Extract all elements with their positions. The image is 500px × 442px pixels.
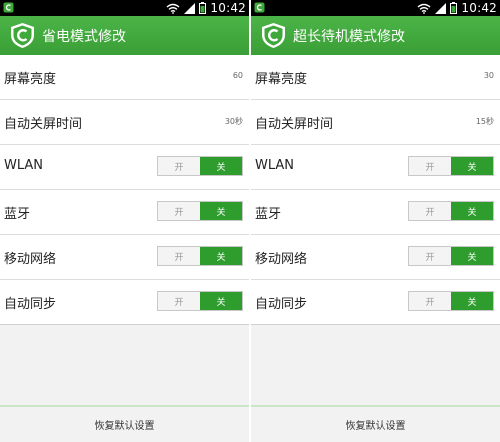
toggle-off-option[interactable]: 关 [451,157,493,175]
row-label: 屏幕亮度 [4,72,57,87]
mobile-network-row: 移动网络 开 关 [251,235,500,280]
auto-sync-toggle[interactable]: 开 关 [157,291,243,311]
ultra-standby-panel: 10:42 超长待机模式修改 屏幕亮度 30 自动关屏时间 15秒 WLAN 开… [251,0,500,442]
toggle-on-option[interactable]: 开 [409,292,451,310]
restore-defaults-label: 恢复默认设置 [345,421,406,432]
toggle-off-option[interactable]: 关 [451,292,493,310]
row-label: WLAN [255,158,295,173]
bluetooth-row: 蓝牙 开 关 [0,190,249,235]
toggle-off-option[interactable]: 关 [200,157,242,175]
power-saving-panel: 10:42 省电模式修改 屏幕亮度 60 自动关屏时间 30秒 WLAN 开 关… [0,0,249,442]
auto-sync-row: 自动同步 开 关 [251,280,500,325]
brightness-value: 60 [232,71,243,80]
page-title: 超长待机模式修改 [293,29,405,45]
wlan-toggle[interactable]: 开 关 [408,156,494,176]
mobile-network-toggle[interactable]: 开 关 [157,246,243,266]
app-notification-icon [254,2,265,13]
toggle-on-option[interactable]: 开 [158,157,200,175]
mobile-network-row: 移动网络 开 关 [0,235,249,280]
shield-c-logo-icon [262,23,285,48]
row-label: 蓝牙 [4,207,31,222]
brightness-value: 30 [483,71,494,80]
restore-defaults-label: 恢复默认设置 [94,421,155,432]
toggle-off-option[interactable]: 关 [200,202,242,220]
battery-icon [450,2,458,14]
toggle-off-option[interactable]: 关 [451,202,493,220]
status-time: 10:42 [461,1,497,15]
toggle-off-option[interactable]: 关 [200,292,242,310]
signal-icon [435,2,447,14]
status-time: 10:42 [210,1,246,15]
app-notification-icon [3,2,14,13]
shield-c-logo-icon [11,23,34,48]
toggle-off-option[interactable]: 关 [451,247,493,265]
status-bar: 10:42 [251,0,500,16]
signal-icon [184,2,196,14]
bluetooth-toggle[interactable]: 开 关 [408,201,494,221]
title-bar: 省电模式修改 [0,16,249,55]
status-bar: 10:42 [0,0,249,16]
screen-timeout-row[interactable]: 自动关屏时间 30秒 [0,100,249,145]
row-label: 移动网络 [4,252,57,267]
row-label: 自动关屏时间 [4,117,83,132]
row-label: 自动同步 [4,297,57,312]
row-label: 屏幕亮度 [255,72,308,87]
row-label: WLAN [4,158,44,173]
row-label: 自动同步 [255,297,308,312]
settings-list: 屏幕亮度 60 自动关屏时间 30秒 WLAN 开 关 蓝牙 开 关 移动网络 … [0,55,249,325]
brightness-row[interactable]: 屏幕亮度 60 [0,55,249,100]
toggle-on-option[interactable]: 开 [409,247,451,265]
toggle-off-option[interactable]: 关 [200,247,242,265]
timeout-value: 15秒 [475,117,494,126]
timeout-value: 30秒 [224,117,243,126]
auto-sync-row: 自动同步 开 关 [0,280,249,325]
wlan-toggle[interactable]: 开 关 [157,156,243,176]
mobile-network-toggle[interactable]: 开 关 [408,246,494,266]
row-label: 蓝牙 [255,207,282,222]
toggle-on-option[interactable]: 开 [409,202,451,220]
toggle-on-option[interactable]: 开 [409,157,451,175]
wifi-icon [166,3,180,14]
bluetooth-row: 蓝牙 开 关 [251,190,500,235]
bluetooth-toggle[interactable]: 开 关 [157,201,243,221]
restore-defaults-button[interactable]: 恢复默认设置 [251,407,500,442]
battery-icon [199,2,207,14]
title-bar: 超长待机模式修改 [251,16,500,55]
row-label: 移动网络 [255,252,308,267]
screen-timeout-row[interactable]: 自动关屏时间 15秒 [251,100,500,145]
wlan-row: WLAN 开 关 [0,145,249,190]
auto-sync-toggle[interactable]: 开 关 [408,291,494,311]
page-title: 省电模式修改 [42,29,126,45]
settings-list: 屏幕亮度 30 自动关屏时间 15秒 WLAN 开 关 蓝牙 开 关 移动网络 … [251,55,500,325]
wlan-row: WLAN 开 关 [251,145,500,190]
row-label: 自动关屏时间 [255,117,334,132]
restore-defaults-button[interactable]: 恢复默认设置 [0,407,249,442]
wifi-icon [417,3,431,14]
toggle-on-option[interactable]: 开 [158,202,200,220]
toggle-on-option[interactable]: 开 [158,247,200,265]
toggle-on-option[interactable]: 开 [158,292,200,310]
brightness-row[interactable]: 屏幕亮度 30 [251,55,500,100]
